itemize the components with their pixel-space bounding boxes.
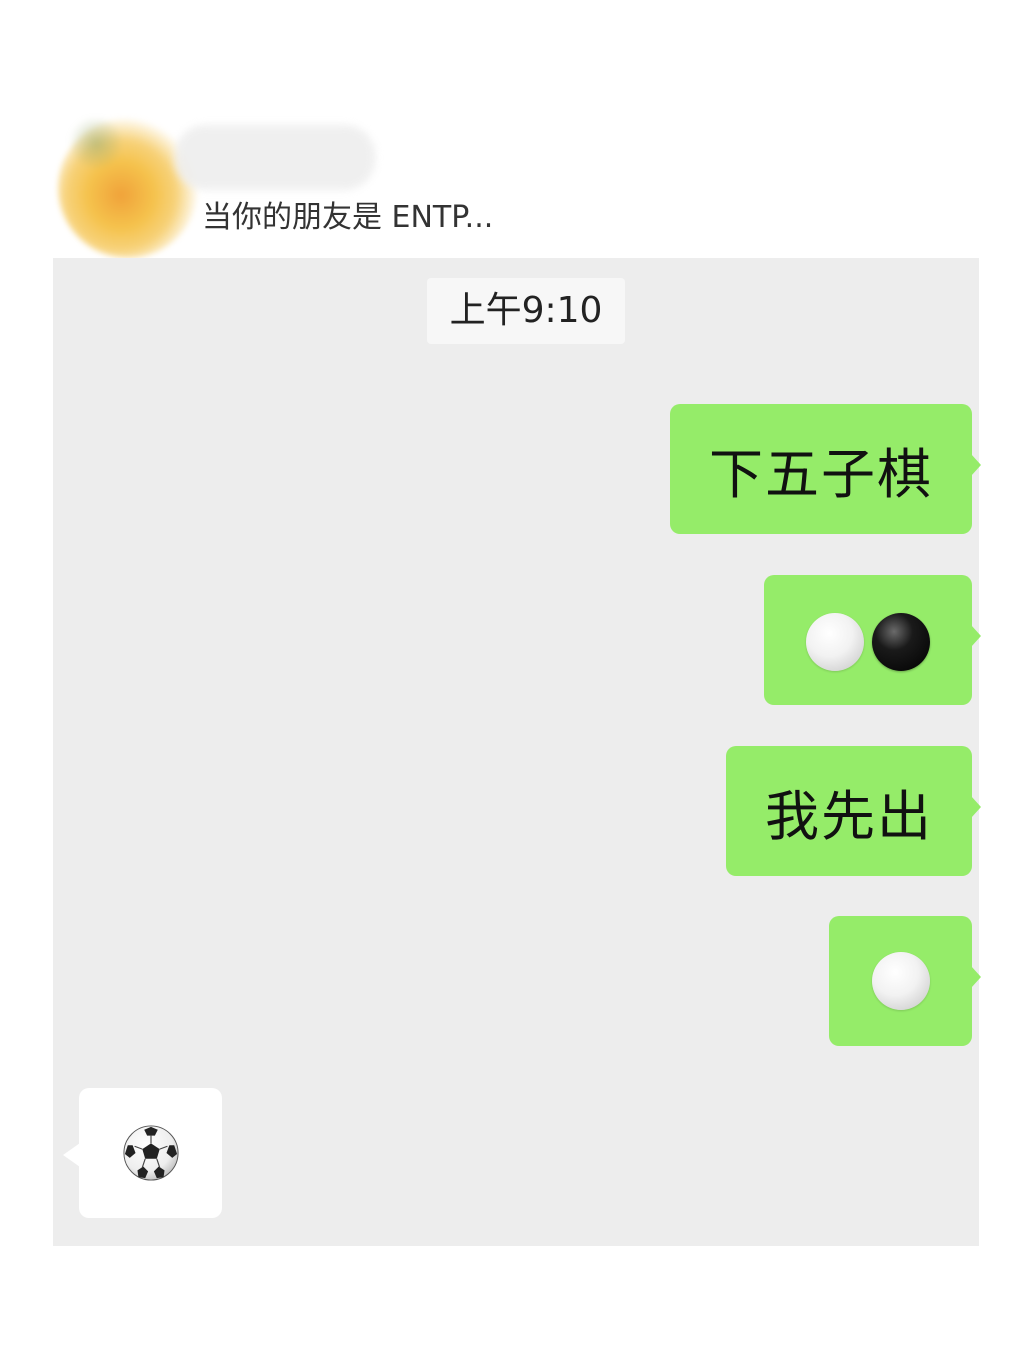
white-go-stone-icon — [806, 613, 864, 671]
received-message-bubble[interactable] — [63, 1088, 222, 1218]
blurred-avatar[interactable] — [58, 118, 198, 258]
sent-message-bubble[interactable] — [829, 916, 981, 1046]
chat-timestamp: 上午9:10 — [427, 278, 625, 344]
black-go-stone-icon — [872, 613, 930, 671]
message-text: 我先出 — [765, 784, 933, 848]
sent-message-bubble[interactable]: 我先出 — [726, 746, 981, 876]
sent-message-bubble[interactable] — [764, 575, 981, 705]
white-go-stone-icon — [871, 952, 930, 1010]
post-header: 当你的朋友是 ENTP... — [0, 0, 1023, 258]
blurred-username — [175, 125, 375, 190]
soccer-ball-icon — [122, 1125, 179, 1181]
post-caption: 当你的朋友是 ENTP... — [202, 200, 494, 235]
chat-screenshot: 上午9:10 下五子棋 我先出 — [53, 258, 981, 1246]
message-text: 下五子棋 — [709, 442, 933, 506]
sent-message-bubble[interactable]: 下五子棋 — [670, 404, 981, 534]
